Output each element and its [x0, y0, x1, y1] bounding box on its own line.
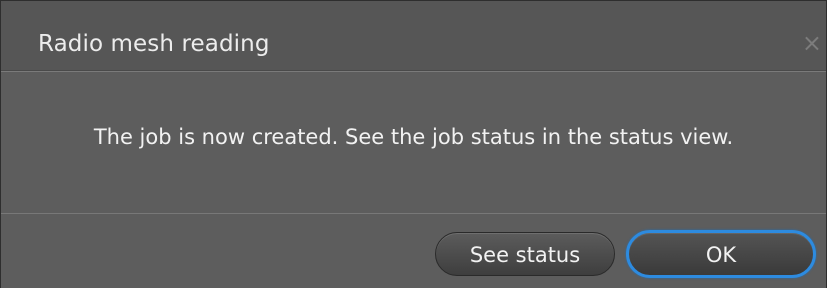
close-icon[interactable]: ×: [802, 31, 822, 55]
dialog-body: The job is now created. See the job stat…: [1, 72, 826, 212]
dialog-titlebar: Radio mesh reading ×: [1, 1, 826, 72]
dialog-message: The job is now created. See the job stat…: [93, 125, 734, 149]
dialog-title: Radio mesh reading: [38, 31, 270, 57]
ok-button[interactable]: OK: [626, 230, 816, 278]
see-status-button[interactable]: See status: [435, 232, 615, 276]
dialog-footer: See status OK: [1, 213, 826, 288]
dialog-window: Radio mesh reading × The job is now crea…: [0, 0, 827, 288]
